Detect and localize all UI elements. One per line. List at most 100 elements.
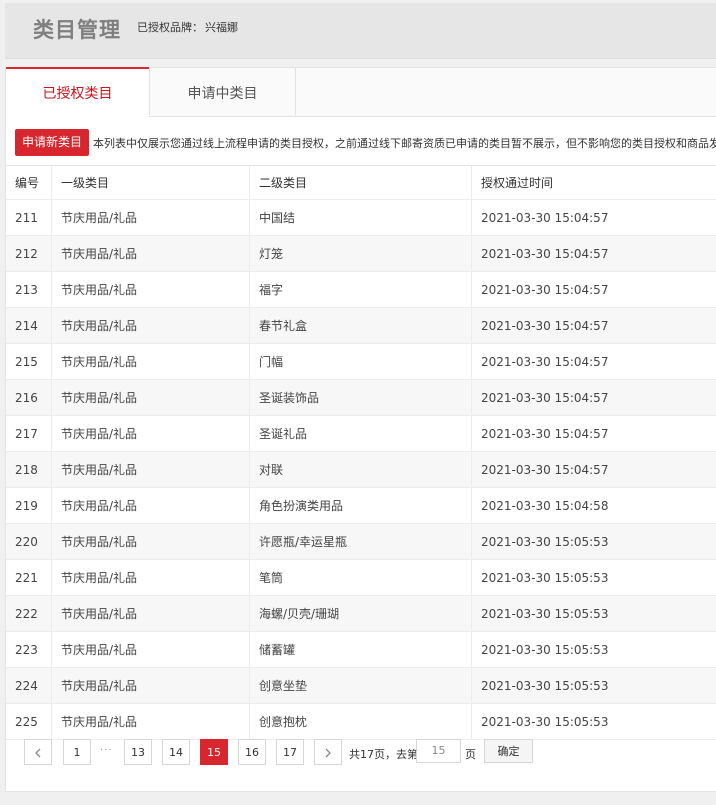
page-unit: 页 (465, 748, 476, 761)
table-row: 222 节庆用品/礼品 海螺/贝壳/珊瑚 2021-03-30 15:05:53 (6, 596, 716, 632)
row-authorized-time: 2021-03-30 15:05:53 (471, 632, 716, 667)
row-authorized-time: 2021-03-30 15:05:53 (471, 668, 716, 703)
row-level1-category: 节庆用品/礼品 (51, 344, 259, 379)
row-level2-category: 圣诞装饰品 (249, 380, 481, 415)
prev-page-button[interactable] (24, 739, 52, 765)
row-level1-category: 节庆用品/礼品 (51, 668, 259, 703)
page-button-16[interactable]: 16 (238, 739, 266, 765)
row-level2-category: 角色扮演类用品 (249, 488, 481, 523)
page-button-1[interactable]: 1 (63, 739, 91, 765)
row-authorized-time: 2021-03-30 15:05:53 (471, 524, 716, 559)
column-header-level2: 二级类目 (249, 166, 481, 199)
row-level2-category: 储蓄罐 (249, 632, 481, 667)
page-button-15-current[interactable]: 15 (200, 739, 228, 765)
row-authorized-time: 2021-03-30 15:04:57 (471, 452, 716, 487)
table-row: 221 节庆用品/礼品 笔筒 2021-03-30 15:05:53 (6, 560, 716, 596)
pagination-ellipsis: ··· (100, 745, 113, 756)
row-level2-category: 灯笼 (249, 236, 481, 271)
row-level2-category: 春节礼盒 (249, 308, 481, 343)
page-button-13[interactable]: 13 (124, 739, 152, 765)
row-id: 215 (15, 354, 38, 369)
row-level2-category: 对联 (249, 452, 481, 487)
row-id: 216 (15, 390, 38, 405)
tab-authorized[interactable]: 已授权类目 (6, 67, 149, 117)
row-level1-category: 节庆用品/礼品 (51, 380, 259, 415)
tab-pending[interactable]: 申请中类目 (149, 68, 296, 115)
table-row: 215 节庆用品/礼品 门幅 2021-03-30 15:04:57 (6, 344, 716, 380)
authorized-brand: 已授权品牌： 兴福娜 (137, 19, 238, 35)
brand-value: 兴福娜 (205, 21, 238, 34)
row-authorized-time: 2021-03-30 15:04:58 (471, 488, 716, 523)
row-id: 211 (15, 210, 38, 225)
row-authorized-time: 2021-03-30 15:04:57 (471, 416, 716, 451)
page-jump-input[interactable]: 15 (416, 739, 461, 763)
row-authorized-time: 2021-03-30 15:05:53 (471, 596, 716, 631)
row-level2-category: 福字 (249, 272, 481, 307)
pagination: 1 ··· 13 14 15 16 17 共17页，去第 15 页 确定 (6, 731, 716, 771)
row-level2-category: 创意坐垫 (249, 668, 481, 703)
chevron-right-icon (325, 748, 331, 758)
row-id: 217 (15, 426, 38, 441)
row-level1-category: 节庆用品/礼品 (51, 632, 259, 667)
table-row: 216 节庆用品/礼品 圣诞装饰品 2021-03-30 15:04:57 (6, 380, 716, 416)
row-level2-category: 许愿瓶/幸运星瓶 (249, 524, 481, 559)
apply-category-button[interactable]: 申请新类目 (15, 129, 89, 156)
row-id: 218 (15, 462, 38, 477)
row-authorized-time: 2021-03-30 15:04:57 (471, 344, 716, 379)
row-authorized-time: 2021-03-30 15:04:57 (471, 308, 716, 343)
tab-bar: 已授权类目 申请中类目 (6, 67, 716, 117)
row-id: 219 (15, 498, 38, 513)
row-level1-category: 节庆用品/礼品 (51, 560, 259, 595)
row-level2-category: 海螺/贝壳/珊瑚 (249, 596, 481, 631)
total-pages-text: 共17页，去第 (349, 748, 418, 761)
row-level1-category: 节庆用品/礼品 (51, 596, 259, 631)
page-button-17[interactable]: 17 (276, 739, 304, 765)
row-id: 222 (15, 606, 38, 621)
row-level1-category: 节庆用品/礼品 (51, 416, 259, 451)
row-id: 220 (15, 534, 38, 549)
table-row: 212 节庆用品/礼品 灯笼 2021-03-30 15:04:57 (6, 236, 716, 272)
row-level2-category: 门幅 (249, 344, 481, 379)
page-header: 类目管理 已授权品牌： 兴福娜 (5, 3, 716, 59)
row-level1-category: 节庆用品/礼品 (51, 200, 259, 235)
table-row: 211 节庆用品/礼品 中国结 2021-03-30 15:04:57 (6, 200, 716, 236)
notice-text: 本列表中仅展示您通过线上流程申请的类目授权，之前通过线下邮寄资质已申请的类目暂不… (93, 137, 716, 150)
next-page-button[interactable] (314, 739, 342, 765)
row-level1-category: 节庆用品/礼品 (51, 272, 259, 307)
row-authorized-time: 2021-03-30 15:04:57 (471, 200, 716, 235)
row-id: 224 (15, 678, 38, 693)
row-level2-category: 笔筒 (249, 560, 481, 595)
table-row: 217 节庆用品/礼品 圣诞礼品 2021-03-30 15:04:57 (6, 416, 716, 452)
row-level1-category: 节庆用品/礼品 (51, 236, 259, 271)
table-row: 219 节庆用品/礼品 角色扮演类用品 2021-03-30 15:04:58 (6, 488, 716, 524)
table-row: 213 节庆用品/礼品 福字 2021-03-30 15:04:57 (6, 272, 716, 308)
category-table: 编号 一级类目 二级类目 授权通过时间 211 节庆用品/礼品 中国结 2021-03… (6, 165, 716, 740)
column-header-id: 编号 (15, 176, 40, 190)
row-level1-category: 节庆用品/礼品 (51, 488, 259, 523)
row-authorized-time: 2021-03-30 15:04:57 (471, 236, 716, 271)
row-id: 214 (15, 318, 38, 333)
table-row: 220 节庆用品/礼品 许愿瓶/幸运星瓶 2021-03-30 15:05:53 (6, 524, 716, 560)
go-button[interactable]: 确定 (484, 739, 533, 763)
category-panel: 已授权类目 申请中类目 申请新类目 本列表中仅展示您通过线上流程申请的类目授权，… (5, 67, 716, 792)
row-id: 223 (15, 642, 38, 657)
column-header-time: 授权通过时间 (471, 166, 716, 199)
table-row: 218 节庆用品/礼品 对联 2021-03-30 15:04:57 (6, 452, 716, 488)
row-level1-category: 节庆用品/礼品 (51, 452, 259, 487)
row-authorized-time: 2021-03-30 15:04:57 (471, 272, 716, 307)
table-row: 214 节庆用品/礼品 春节礼盒 2021-03-30 15:04:57 (6, 308, 716, 344)
chevron-left-icon (35, 748, 41, 758)
row-id: 213 (15, 282, 38, 297)
row-level1-category: 节庆用品/礼品 (51, 308, 259, 343)
column-header-level1: 一级类目 (51, 166, 259, 199)
table-row: 223 节庆用品/礼品 储蓄罐 2021-03-30 15:05:53 (6, 632, 716, 668)
table-row: 224 节庆用品/礼品 创意坐垫 2021-03-30 15:05:53 (6, 668, 716, 704)
page-title: 类目管理 (33, 18, 121, 42)
row-id: 221 (15, 570, 38, 585)
brand-label: 已授权品牌： (137, 21, 203, 34)
row-level1-category: 节庆用品/礼品 (51, 524, 259, 559)
row-authorized-time: 2021-03-30 15:05:53 (471, 560, 716, 595)
page-button-14[interactable]: 14 (162, 739, 190, 765)
table-header-row: 编号 一级类目 二级类目 授权通过时间 (6, 166, 716, 200)
row-level2-category: 圣诞礼品 (249, 416, 481, 451)
